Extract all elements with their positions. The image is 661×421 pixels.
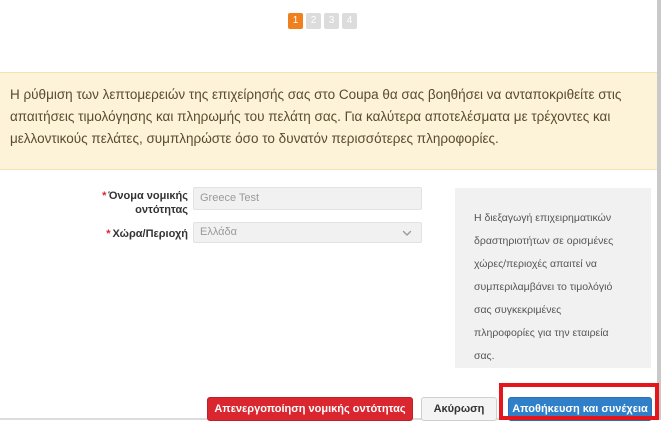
step-2[interactable]: 2 — [306, 13, 321, 29]
required-mark: * — [106, 228, 111, 240]
wizard-stepper: 1 2 3 4 — [288, 13, 357, 29]
country-requirements-note: Η διεξαγωγή επιχειρηματικών δραστηριοτήτ… — [455, 188, 651, 368]
step-3[interactable]: 3 — [324, 13, 339, 29]
setup-wizard-panel: 1 2 3 4 Η ρύθμιση των λεπτομερειών της ε… — [0, 0, 661, 421]
legal-name-label: * Όνομα νομικής οντότητας — [102, 190, 188, 216]
country-select[interactable]: Ελλάδα — [193, 222, 422, 243]
country-value: Ελλάδα — [200, 226, 238, 238]
info-banner-text: Η ρύθμιση των λεπτομερειών της επιχείρησ… — [10, 87, 622, 146]
cancel-button[interactable]: Ακύρωση — [421, 397, 497, 421]
note-line: χώρες/περιοχές απαιτεί να — [474, 258, 597, 270]
note-line: Η διεξαγωγή επιχειρηματικών — [474, 212, 612, 224]
step-1[interactable]: 1 — [288, 13, 303, 29]
step-4[interactable]: 4 — [342, 13, 357, 29]
info-banner: Η ρύθμιση των λεπτομερειών της επιχείρησ… — [0, 72, 657, 170]
required-mark: * — [102, 190, 107, 202]
save-and-continue-button[interactable]: Αποθήκευση και συνέχεια — [508, 397, 652, 421]
legal-name-value: Greece Test — [200, 192, 260, 204]
deactivate-entity-button[interactable]: Απενεργοποίηση νομικής οντότητας — [207, 397, 413, 421]
chevron-down-icon — [402, 230, 412, 236]
legal-name-field[interactable]: Greece Test — [193, 187, 422, 210]
country-label: * Χώρα/Περιοχή — [106, 228, 188, 240]
note-line: σας συγκεκριμένες — [474, 304, 562, 316]
note-line: πληροφορίες για την εταιρεία — [474, 327, 609, 339]
note-line: συμπεριλαμβάνει το τιμολόγιό — [474, 281, 613, 293]
note-line: σας. — [474, 350, 495, 362]
note-line: δραστηριοτήτων σε ορισμένες — [474, 235, 614, 247]
